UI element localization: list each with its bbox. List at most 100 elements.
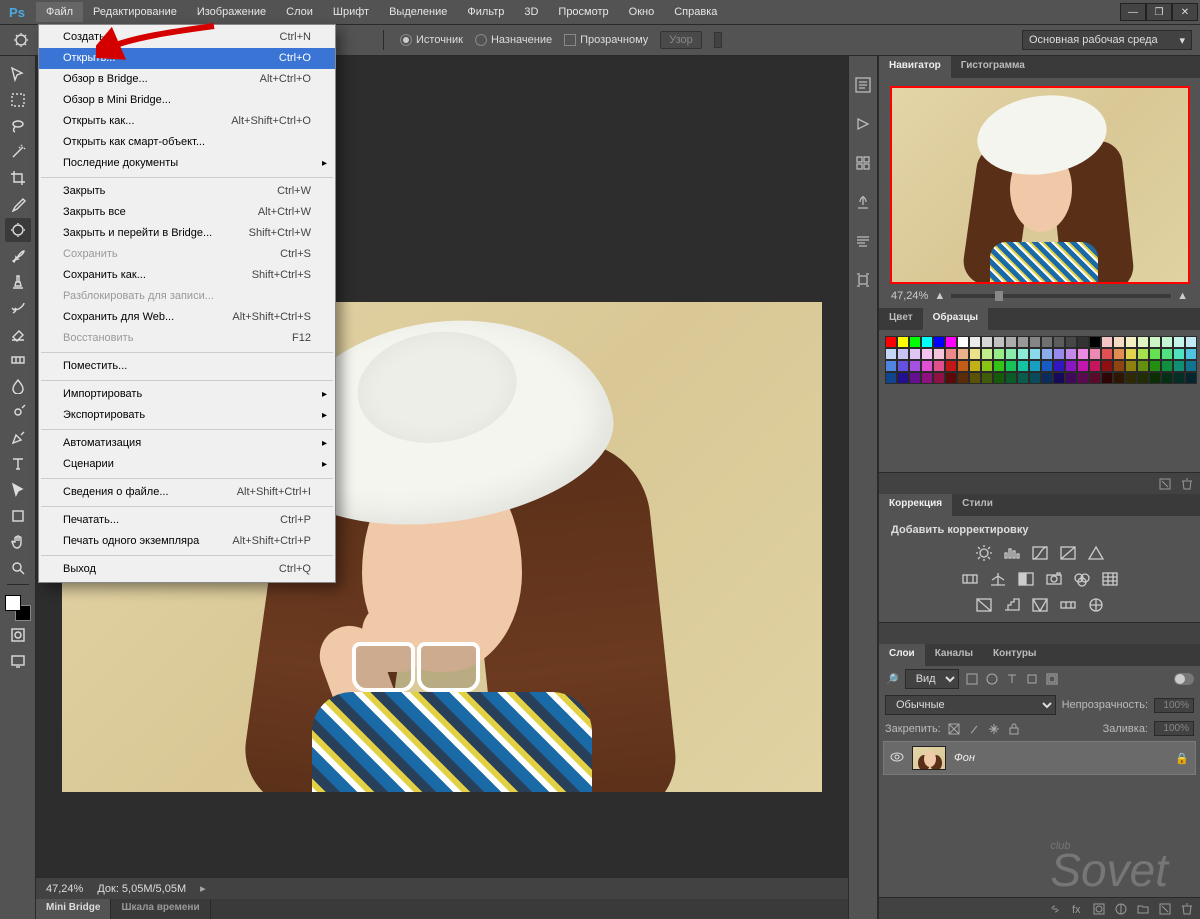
swatch-cell[interactable] [1185, 372, 1197, 384]
swatch-cell[interactable] [1185, 348, 1197, 360]
swatch-cell[interactable] [1149, 372, 1161, 384]
vibrance-icon[interactable] [1086, 544, 1106, 562]
swatch-cell[interactable] [1065, 348, 1077, 360]
layer-item[interactable]: Фон 🔒 [883, 741, 1196, 775]
filter-adjust-icon[interactable] [985, 672, 999, 686]
menu-item[interactable]: Автоматизация [39, 433, 335, 454]
swatch-cell[interactable] [981, 348, 993, 360]
swatch-cell[interactable] [945, 336, 957, 348]
swatch-cell[interactable] [885, 348, 897, 360]
swatch-cell[interactable] [1017, 348, 1029, 360]
tab-navigator[interactable]: Навигатор [879, 56, 951, 78]
swatch-cell[interactable] [1173, 336, 1185, 348]
lock-transparent-icon[interactable] [947, 722, 961, 736]
swatch-cell[interactable] [885, 336, 897, 348]
swatch-cell[interactable] [969, 360, 981, 372]
swatch-cell[interactable] [1161, 360, 1173, 372]
blend-mode-select[interactable]: Обычные [885, 695, 1056, 715]
link-layers-icon[interactable] [1048, 902, 1062, 916]
menu-выделение[interactable]: Выделение [379, 2, 457, 22]
posterize-icon[interactable] [1002, 596, 1022, 614]
tab-color[interactable]: Цвет [879, 308, 923, 330]
menu-шрифт[interactable]: Шрифт [323, 2, 379, 22]
opacity-input[interactable]: 100% [1154, 698, 1194, 713]
swatch-cell[interactable] [1017, 336, 1029, 348]
layer-thumbnail[interactable] [912, 746, 946, 770]
eraser-tool[interactable] [5, 322, 31, 346]
tab-mini-bridge[interactable]: Mini Bridge [36, 899, 111, 919]
new-swatch-icon[interactable] [1158, 477, 1172, 491]
swatch-cell[interactable] [1173, 372, 1185, 384]
swatch-cell[interactable] [1077, 372, 1089, 384]
stamp-tool[interactable] [5, 270, 31, 294]
navigator-preview[interactable] [890, 86, 1190, 284]
swatch-cell[interactable] [1101, 372, 1113, 384]
swatch-cell[interactable] [921, 360, 933, 372]
swatch-cell[interactable] [885, 360, 897, 372]
bw-icon[interactable] [1016, 570, 1036, 588]
menu-item[interactable]: Сохранить как...Shift+Ctrl+S [39, 265, 335, 286]
swatch-cell[interactable] [1101, 336, 1113, 348]
move-tool[interactable] [5, 62, 31, 86]
swatch-cell[interactable] [1089, 336, 1101, 348]
swatch-cell[interactable] [957, 372, 969, 384]
tab-adjustments[interactable]: Коррекция [879, 494, 952, 516]
swatch-cell[interactable] [981, 372, 993, 384]
swatch-cell[interactable] [945, 372, 957, 384]
swatch-cell[interactable] [1149, 360, 1161, 372]
minimize-button[interactable]: — [1120, 3, 1146, 21]
filter-shape-icon[interactable] [1025, 672, 1039, 686]
swatch-cell[interactable] [1065, 360, 1077, 372]
swatch-cell[interactable] [1041, 360, 1053, 372]
curves-icon[interactable] [1030, 544, 1050, 562]
delete-swatch-icon[interactable] [1180, 477, 1194, 491]
blur-tool[interactable] [5, 374, 31, 398]
swatch-cell[interactable] [1077, 336, 1089, 348]
tab-styles[interactable]: Стили [952, 494, 1003, 516]
swatch-cell[interactable] [993, 372, 1005, 384]
menu-фильтр[interactable]: Фильтр [457, 2, 514, 22]
menu-item[interactable]: Сценарии [39, 454, 335, 475]
wand-tool[interactable] [5, 140, 31, 164]
menu-окно[interactable]: Окно [619, 2, 665, 22]
menu-item[interactable]: Закрыть всеAlt+Ctrl+W [39, 202, 335, 223]
brushes-panel-icon[interactable] [854, 271, 872, 292]
pattern-button[interactable]: Узор [660, 31, 702, 49]
menu-item[interactable]: Обзор в Mini Bridge... [39, 90, 335, 111]
swatch-cell[interactable] [897, 336, 909, 348]
swatch-cell[interactable] [1089, 348, 1101, 360]
levels-icon[interactable] [1002, 544, 1022, 562]
maximize-button[interactable]: ❐ [1146, 3, 1172, 21]
swatch-cell[interactable] [981, 360, 993, 372]
swatch-cell[interactable] [1101, 348, 1113, 360]
swatch-cell[interactable] [933, 348, 945, 360]
swatch-cell[interactable] [1029, 372, 1041, 384]
quickmask-tool[interactable] [5, 623, 31, 647]
menu-изображение[interactable]: Изображение [187, 2, 276, 22]
menu-item[interactable]: Сведения о файле...Alt+Shift+Ctrl+I [39, 482, 335, 503]
swatch-cell[interactable] [1053, 372, 1065, 384]
menu-item[interactable]: Экспортировать [39, 405, 335, 426]
swatch-cell[interactable] [1005, 336, 1017, 348]
zoom-in-icon[interactable]: ▲ [1177, 290, 1188, 302]
pen-tool[interactable] [5, 426, 31, 450]
swatch-cell[interactable] [993, 348, 1005, 360]
swatch-cell[interactable] [1161, 372, 1173, 384]
swatch-cell[interactable] [1149, 348, 1161, 360]
swatch-cell[interactable] [1053, 360, 1065, 372]
swatch-cell[interactable] [921, 336, 933, 348]
exposure-icon[interactable] [1058, 544, 1078, 562]
lasso-tool[interactable] [5, 114, 31, 138]
swatch-cell[interactable] [969, 336, 981, 348]
swatch-cell[interactable] [1113, 372, 1125, 384]
fill-input[interactable]: 100% [1154, 721, 1194, 736]
swatch-cell[interactable] [1185, 336, 1197, 348]
swatch-cell[interactable] [1149, 336, 1161, 348]
history-panel-icon[interactable] [854, 76, 872, 97]
swatch-cell[interactable] [957, 360, 969, 372]
swatch-cell[interactable] [1041, 336, 1053, 348]
new-adjustment-icon[interactable] [1114, 902, 1128, 916]
swatch-cell[interactable] [921, 372, 933, 384]
screenmode-tool[interactable] [5, 649, 31, 673]
swatch-cell[interactable] [1137, 348, 1149, 360]
